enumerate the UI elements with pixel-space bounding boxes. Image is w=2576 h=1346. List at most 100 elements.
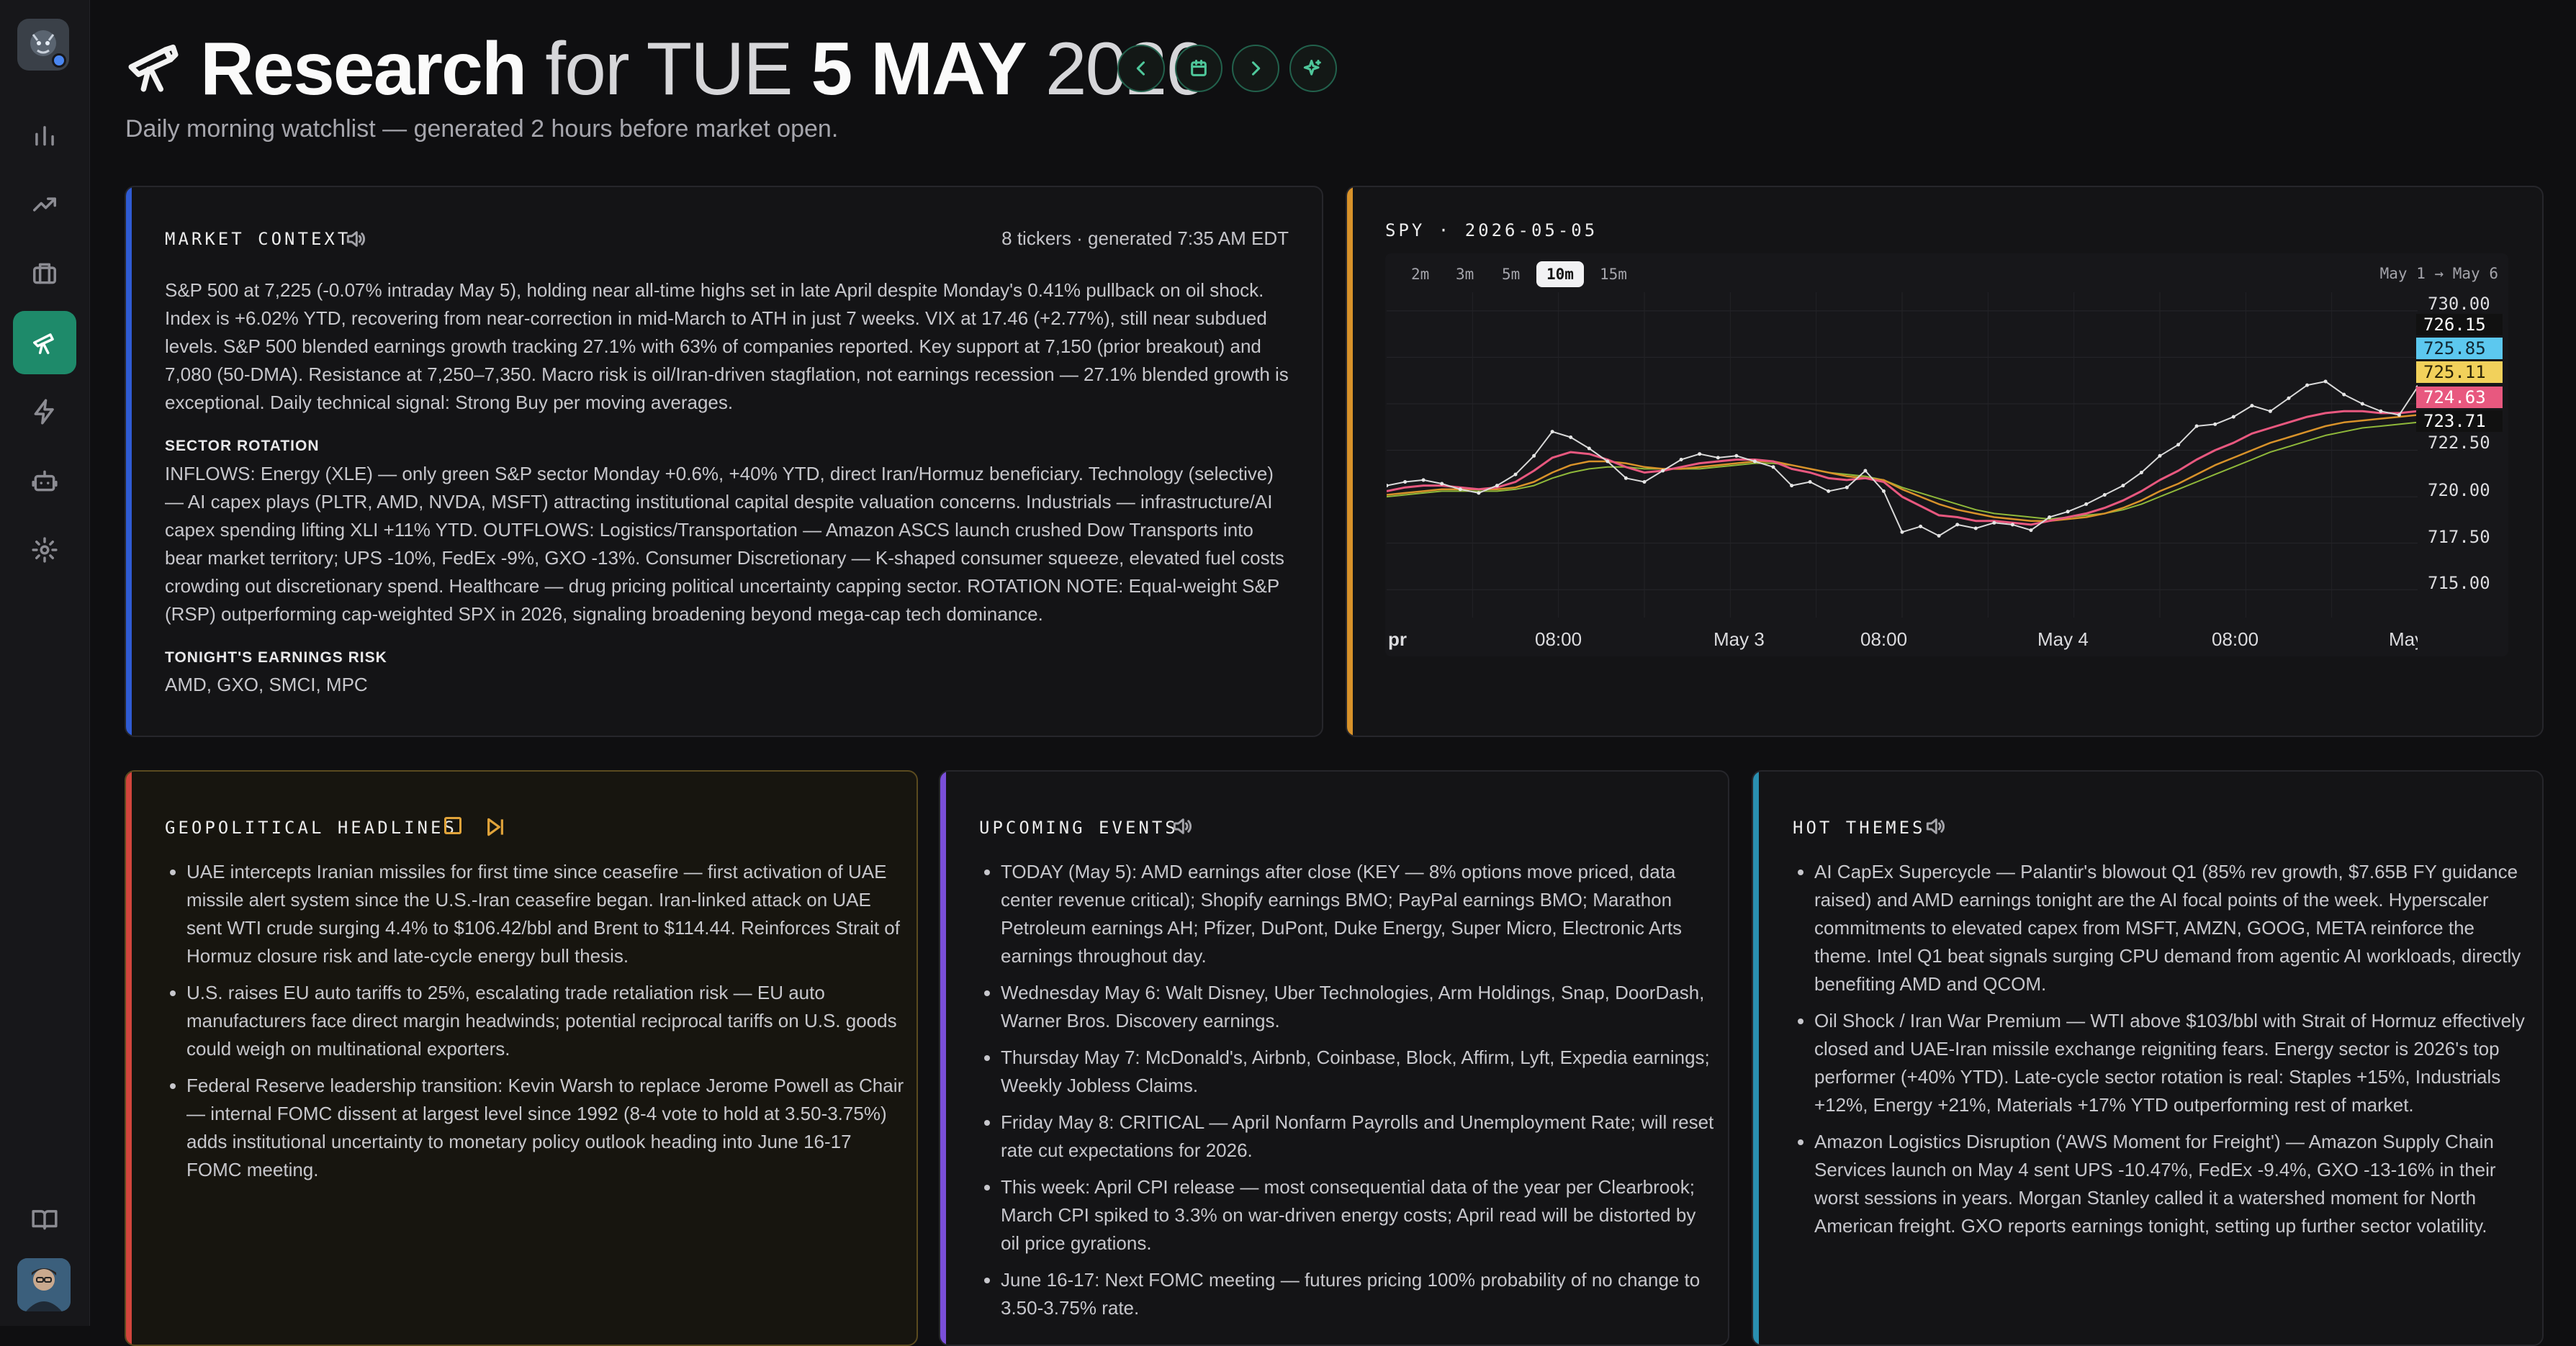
x-tick: 08:00: [2212, 628, 2259, 650]
card-accent: [940, 772, 946, 1345]
calendar-icon: [1191, 59, 1207, 76]
y-tick: 722.50: [2428, 433, 2490, 453]
app-logo[interactable]: [17, 19, 69, 71]
x-tick: May: [2389, 628, 2418, 650]
price-point: [2102, 493, 2107, 497]
sector-rotation-heading: SECTOR ROTATION: [165, 438, 320, 454]
y-tick: 715.00: [2428, 573, 2490, 593]
title-day-month: 5 MAY: [811, 27, 1027, 111]
list-item: Friday May 8: CRITICAL — April Nonfarm P…: [1001, 1108, 1719, 1165]
price-point: [1973, 526, 1978, 530]
price-point: [1387, 484, 1389, 488]
market-context-title: MARKET CONTEXT: [165, 229, 351, 249]
chevron-right-icon: [1251, 61, 1261, 76]
earnings-risk-body: AMD, GXO, SMCI, MPC: [165, 674, 368, 695]
list-item: Oil Shock / Iran War Premium — WTI above…: [1814, 1007, 2534, 1119]
price-point: [1440, 482, 1444, 486]
list-item: TODAY (May 5): AMD earnings after close …: [1001, 858, 1719, 970]
calendar-button[interactable]: [1175, 45, 1222, 92]
chart-title: SPY · 2026-05-05: [1385, 220, 1598, 240]
speaker-icon[interactable]: [344, 227, 367, 254]
price-chart[interactable]: [1387, 292, 2418, 618]
timeframe-5m[interactable]: 5m: [1492, 261, 1530, 287]
price-point: [2084, 502, 2089, 506]
geopolitical-title: GEOPOLITICAL HEADLINES: [165, 818, 457, 838]
list-item: Wednesday May 6: Walt Disney, Uber Techn…: [1001, 979, 1719, 1035]
sparkle-icon: [1303, 59, 1321, 76]
hot-themes-title: HOT THEMES: [1793, 818, 1926, 838]
price-point: [1845, 485, 1849, 489]
geopolitical-list: UAE intercepts Iranian missiles for firs…: [165, 858, 908, 1193]
speaker-icon[interactable]: [1924, 815, 1947, 841]
price-point: [1734, 453, 1739, 458]
upcoming-events-list: TODAY (May 5): AMD earnings after close …: [979, 858, 1719, 1331]
title-for: for: [545, 27, 629, 111]
stop-icon[interactable]: [444, 817, 461, 834]
y-tick: 717.50: [2428, 527, 2490, 547]
nav-briefcase-icon[interactable]: [13, 242, 76, 305]
timeframe-10m[interactable]: 10m: [1536, 261, 1584, 287]
price-point: [1752, 459, 1757, 464]
telescope-icon: [124, 37, 183, 96]
list-item: UAE intercepts Iranian missiles for firs…: [186, 858, 908, 970]
price-point: [2250, 404, 2254, 408]
price-point: [1550, 430, 1554, 434]
list-item: Thursday May 7: McDonald's, Airbnb, Coin…: [1001, 1044, 1719, 1100]
sidebar: [0, 0, 90, 1326]
nav-lightning-icon[interactable]: [13, 380, 76, 443]
price-point: [1569, 435, 1573, 439]
page-title: Research for TUE 5 MAY 2026: [200, 22, 1207, 117]
nav-settings-icon[interactable]: [13, 518, 76, 582]
nav-docs-icon[interactable]: [13, 1188, 76, 1251]
price-point: [1623, 476, 1628, 480]
price-point: [1458, 487, 1462, 492]
price-point: [2323, 379, 2328, 384]
next-day-button[interactable]: [1232, 45, 1279, 92]
x-tick: May 3: [1713, 628, 1765, 650]
price-point: [1661, 469, 1665, 473]
price-point: [2397, 413, 2401, 417]
price-point: [1992, 520, 1996, 525]
price-point: [1919, 524, 1923, 528]
nav-trending-icon[interactable]: [13, 173, 76, 236]
price-point: [2176, 443, 2181, 447]
title-dow: TUE: [646, 27, 793, 111]
generate-button[interactable]: [1289, 45, 1337, 92]
nav-telescope-icon[interactable]: [13, 311, 76, 374]
price-point: [2213, 422, 2217, 426]
y-tick: 730.00: [2428, 294, 2490, 314]
sector-rotation-body: INFLOWS: Energy (XLE) — only green S&P s…: [165, 463, 1284, 625]
price-point: [1513, 472, 1518, 476]
price-point: [1698, 452, 1702, 456]
list-item: Federal Reserve leadership transition: K…: [186, 1072, 908, 1184]
price-point: [1495, 484, 1499, 488]
card-accent: [126, 187, 132, 736]
y-tick: 720.00: [2428, 480, 2490, 500]
price-point: [2029, 528, 2033, 533]
price-label-last: 726.15: [2416, 314, 2503, 335]
market-context-body: S&P 500 at 7,225 (-0.07% intraday May 5)…: [165, 279, 1289, 413]
x-tick: 08:00: [1860, 628, 1908, 650]
chevron-left-icon: [1136, 61, 1145, 76]
price-point: [1477, 491, 1481, 495]
x-tick: May 4: [2037, 628, 2089, 650]
timeframe-3m[interactable]: 3m: [1446, 261, 1484, 287]
market-context-meta: 8 tickers · generated 7:35 AM EDT: [1001, 227, 1289, 249]
timeframe-2m[interactable]: 2m: [1401, 261, 1439, 287]
nav-analytics-icon[interactable]: [13, 104, 76, 167]
play-next-icon[interactable]: [484, 816, 507, 842]
price-point: [2066, 510, 2070, 514]
price-point: [2342, 392, 2346, 397]
price-point: [2010, 523, 2014, 527]
price-point: [2194, 424, 2199, 428]
price-point: [1863, 469, 1868, 473]
price-label-ma-cyan: 725.85: [2416, 338, 2503, 359]
prev-day-button[interactable]: [1117, 45, 1165, 92]
price-point: [2139, 471, 2143, 474]
speaker-icon[interactable]: [1171, 815, 1194, 841]
price-point: [1955, 523, 1960, 527]
user-avatar[interactable]: [17, 1258, 71, 1311]
nav-bot-icon[interactable]: [13, 449, 76, 512]
timeframe-15m[interactable]: 15m: [1590, 261, 1637, 287]
price-point: [1642, 480, 1647, 484]
